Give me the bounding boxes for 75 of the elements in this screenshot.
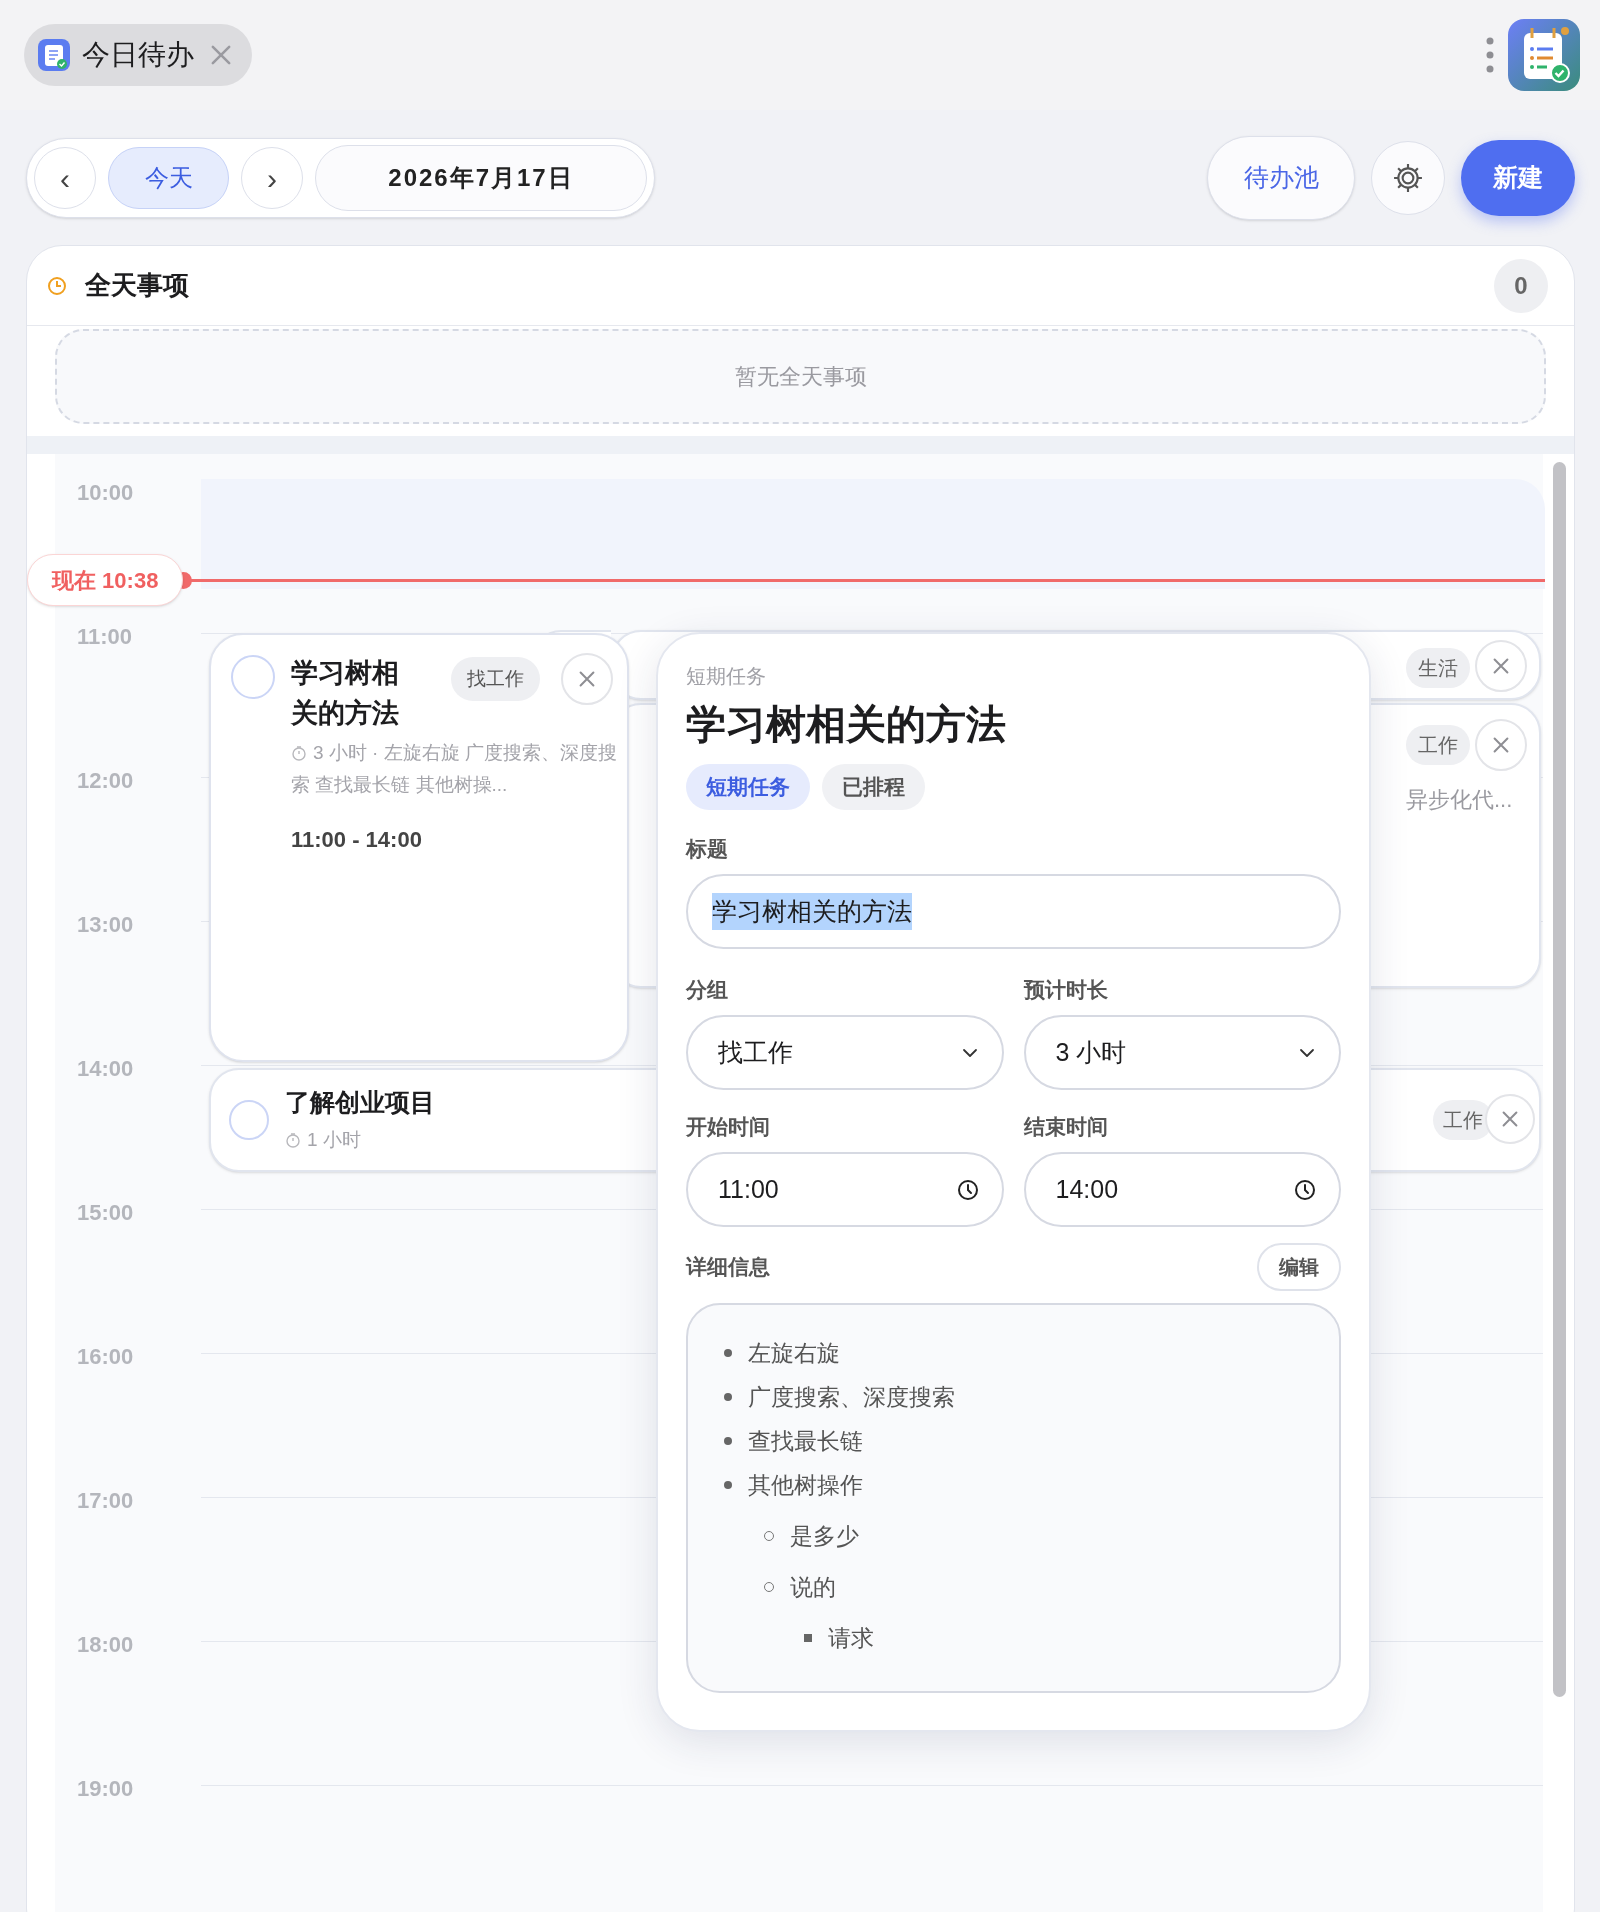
task-duration: 1 小时 [307, 1128, 361, 1152]
today-button[interactable]: 今天 [108, 147, 229, 209]
bullet-icon [724, 1349, 732, 1357]
hour-label: 13:00 [77, 911, 134, 939]
close-button[interactable] [1475, 640, 1527, 692]
hour-label: 11:00 [77, 623, 133, 651]
tag: 生活 [1406, 648, 1470, 688]
time-field[interactable]: 14:00 [1023, 1152, 1341, 1227]
hour-label: 19:00 [77, 1775, 134, 1803]
scrollbar-thumb[interactable] [1553, 462, 1566, 1697]
hour-label: 17:00 [77, 1487, 134, 1515]
empty-state: 暂无全天事项 [55, 329, 1546, 424]
current-time-label: 现在 10:38 [27, 554, 184, 607]
time-field[interactable]: 11:00 [686, 1152, 1004, 1227]
note-item: 查找最长链 [748, 1426, 863, 1456]
hour-label: 12:00 [77, 767, 134, 795]
app-logo-icon [1508, 19, 1580, 91]
clock-icon [955, 1177, 980, 1202]
bullet-icon [724, 1393, 732, 1401]
next-day-button[interactable]: › [241, 147, 303, 209]
note-item: 左旋右旋 [748, 1338, 840, 1368]
task-summary: 3 小时 · 左旋右旋 广度搜索、深度搜索 查找最长链 其他树操... [291, 741, 618, 797]
new-button[interactable]: 新建 [1461, 140, 1575, 216]
hour-label: 16:00 [77, 1343, 134, 1371]
stopwatch-icon [285, 1132, 301, 1149]
previous-day-button[interactable]: ‹ [34, 147, 96, 209]
more-menu-icon[interactable] [1486, 37, 1494, 73]
hour-label: 15:00 [77, 1199, 134, 1227]
field-label: 分组 [686, 977, 729, 1003]
checkbox[interactable] [229, 1100, 269, 1140]
tag: 工作 [1406, 725, 1470, 765]
count-badge: 0 [1494, 258, 1548, 313]
field-label: 详细信息 [686, 1254, 770, 1280]
app-icon [38, 39, 70, 71]
field-label: 预计时长 [1023, 977, 1109, 1003]
popover-title: 学习树相关的方法 [686, 701, 1007, 748]
clock-icon [1293, 1177, 1317, 1202]
select-field[interactable]: 找工作 [686, 1015, 1004, 1090]
task-title: 了解创业项目 [285, 1087, 435, 1118]
select-field[interactable]: 3 小时 [1023, 1015, 1341, 1090]
field-label: 结束时间 [1023, 1114, 1109, 1140]
app-tab[interactable]: 今日待办 [24, 24, 252, 86]
todo-pool-button[interactable]: 待办池 [1207, 136, 1355, 220]
note-item: 广度搜索、深度搜索 [748, 1382, 955, 1412]
note-item: 是多少 [790, 1521, 859, 1551]
date-picker-button[interactable]: 2026年7月17日 [315, 145, 647, 211]
close-button[interactable] [1475, 719, 1527, 771]
bullet-icon [724, 1481, 732, 1489]
title-field[interactable]: 学习树相关的方法 [686, 874, 1341, 949]
task-title: 学习树相关的方法 [291, 657, 400, 730]
note-item: 请求 [828, 1623, 874, 1653]
status-chip: 已排程 [822, 764, 925, 810]
tab-title: 今日待办 [82, 38, 194, 72]
hour-label: 18:00 [77, 1631, 134, 1659]
clock-icon [47, 275, 67, 296]
popover-kicker: 短期任务 [686, 664, 767, 689]
hour-label: 14:00 [77, 1055, 134, 1083]
checkbox[interactable] [231, 655, 275, 699]
note-item: 说的 [790, 1572, 836, 1602]
bullet-icon [804, 1634, 812, 1642]
section-title: 全天事项 [85, 269, 189, 302]
field-label: 标题 [686, 836, 729, 862]
note-item: 其他树操作 [748, 1470, 863, 1500]
settings-icon [1393, 163, 1423, 193]
task-card[interactable]: 学习树相关的方法 找工作 3 小时 · 左旋右旋 广度搜索、深度搜索 查找最长链 其他树操... 11:00 - 14:00 [209, 633, 629, 1062]
tag: 找工作 [451, 657, 540, 701]
status-chip: 短期任务 [686, 764, 810, 810]
stopwatch-icon [291, 745, 307, 761]
bullet-icon [724, 1437, 732, 1445]
task-summary: 异步化代... [1406, 786, 1513, 814]
close-button[interactable] [561, 653, 613, 705]
hour-label: 10:00 [77, 479, 134, 507]
task-time: 11:00 - 14:00 [291, 826, 422, 854]
edit-button[interactable]: 编辑 [1257, 1243, 1341, 1291]
field-label: 开始时间 [686, 1114, 771, 1140]
